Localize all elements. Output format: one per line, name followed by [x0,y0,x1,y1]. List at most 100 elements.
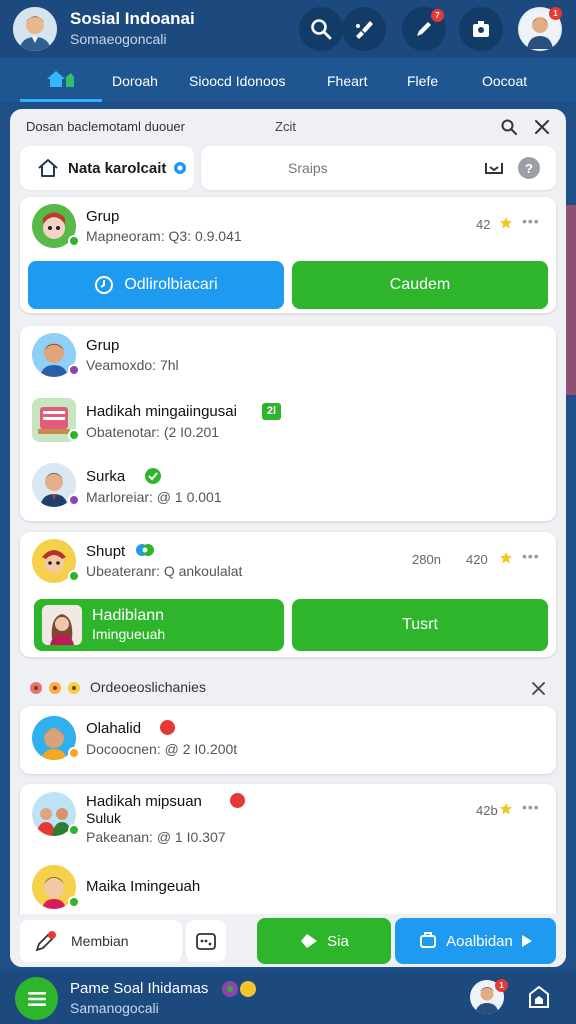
list-item[interactable]: Grup Veamoxdo: 7hl [20,326,556,386]
search-button[interactable] [299,7,343,51]
item-subtitle: Obatenotar: (2 I0.201 [86,424,220,440]
search-icon [311,19,332,40]
contact-photo [42,605,82,645]
tab-doroah[interactable]: Doroah [112,58,158,102]
star-icon[interactable] [499,216,513,230]
panel-close-button[interactable] [532,117,552,137]
user-avatar[interactable] [13,7,57,51]
panel-search-button[interactable] [499,117,519,137]
help-icon[interactable]: ? [518,157,540,179]
group-card: Grup Mapneoram: Q3: 0.9.041 42 ••• Odlir… [20,197,556,313]
online-indicator [68,824,80,836]
clock-icon [95,276,114,294]
item-subtitle: Veamoxdo: 7hl [86,357,179,373]
list-item[interactable]: Shupt Ubeateranr: Q ankoulalat 280n 420 … [20,532,556,592]
footer-subtitle: Samanogocali [70,1000,159,1016]
list-item[interactable]: Surka Marloreiar: @ 1 0.001 [20,456,556,516]
contact-action-line2: Imingueuah [92,626,166,642]
group-list-card: Hadikah mipsuan Suluk Pakeanan: @ 1 I0.3… [20,784,556,934]
notice-text: Ordeoeoslichanies [90,679,206,695]
camera-button[interactable] [459,7,503,51]
item-title: Hadikah mingaiingusai [86,403,237,420]
tab-oocoat[interactable]: Oocoat [482,58,527,102]
notification-badge: 7 [431,9,444,22]
bottom-bar: Pame Soal Ihidamas Samanogocali 1 [0,971,576,1024]
notice-close-button[interactable] [530,680,546,696]
list-item[interactable]: Grup Mapneoram: Q3: 0.9.041 42 ••• [20,197,556,257]
search-input[interactable]: Sraips ? [201,146,556,190]
calendar-button[interactable] [186,920,226,962]
tusrt-button[interactable]: Tusrt [292,599,548,651]
send-label: Sia [327,932,349,950]
online-indicator [68,235,80,247]
panel-title: Dosan baclemotaml duouer [26,119,185,134]
item-title: Shupt [86,543,126,560]
more-icon[interactable]: ••• [522,799,540,815]
secondary-action-button[interactable]: Caudem [292,261,548,309]
contacts-card: Grup Veamoxdo: 7hl Hadikah mingaiingusai… [20,326,556,521]
online-indicator [68,429,80,441]
tab-home[interactable] [20,58,102,102]
emoji-icons [30,682,80,694]
footer-title: Pame Soal Ihidamas [70,980,209,997]
star-icon[interactable] [499,802,513,816]
online-indicator [68,570,80,582]
verified-icon [174,162,187,174]
search-placeholder: Sraips [288,160,328,176]
share-button[interactable]: Aoalbidan [395,918,556,964]
item-title: Olahalid [86,720,142,737]
primary-action-button[interactable]: Odlirolbiacari [28,261,284,309]
panel-header: Dosan baclemotaml duouer Zcit [10,109,566,143]
play-icon [521,935,532,947]
list-item[interactable]: Maika Imingeuah [20,860,556,920]
list-item[interactable]: Olahalid Docoocnen: @ 2 I0.200t [20,709,556,769]
item-time: 280n [412,552,441,567]
more-icon[interactable]: ••• [522,213,540,229]
panel-edit-link[interactable]: Zcit [275,119,296,134]
status-indicator [68,364,80,376]
close-icon [535,120,549,134]
edit-button[interactable] [342,7,386,51]
compose-action[interactable]: Membian [20,920,182,962]
item-subtitle: Docoocnen: @ 2 I0.200t [86,741,238,757]
send-icon [301,934,318,948]
send-button[interactable]: Sia [257,918,391,964]
item-count: 42 [476,217,491,232]
status-indicator [68,747,80,759]
contact-action-line1: Hadiblann [92,607,165,624]
tab-fheart[interactable]: Fheart [327,58,367,102]
app-header: Sosial Indoanai Somaeogoncali 7 1 [0,0,576,58]
profile-badge: 1 [549,7,562,20]
home-icon [47,70,74,87]
star-icon[interactable] [499,551,513,565]
list-item[interactable]: Hadikah mipsuan Suluk Pakeanan: @ 1 I0.3… [20,784,556,854]
item-subtitle: Pakeanan: @ 1 I0.307 [86,829,226,845]
list-item[interactable]: Hadikah mingaiingusai 2l Obatenotar: (2 … [20,391,556,451]
item-title: Maika Imingeuah [86,878,201,895]
main-nav: Doroah Sioocd Idonoos Fheart Flefe Oocoa… [0,58,576,102]
item-title: Hadikah mipsuan [86,793,202,810]
profile-button[interactable]: 1 [518,7,562,51]
compose-button[interactable]: 7 [402,7,446,51]
menu-icon [27,991,46,1006]
tab-flefe[interactable]: Flefe [407,58,438,102]
share-label: Aoalbidan [446,932,513,950]
pencil-icon [35,931,56,952]
close-icon [531,681,545,695]
brush-icon [356,21,373,39]
more-icon[interactable]: ••• [522,548,540,564]
name-chip[interactable]: Nata karolcait [20,146,194,190]
side-strip [566,205,576,395]
menu-button[interactable] [15,977,58,1020]
store-button[interactable] [525,983,553,1011]
tab-sioocd[interactable]: Sioocd Idonoos [189,58,286,102]
footer-badge: 1 [495,979,508,992]
contact-action-button[interactable]: Hadiblann Imingueuah [34,599,284,651]
tray-icon [485,163,503,174]
count-badge: 2l [262,403,281,420]
item-title-line2: Suluk [86,810,122,826]
shop-card: Shupt Ubeateranr: Q ankoulalat 280n 420 … [20,532,556,657]
calendar-icon [196,933,216,950]
action-bar: Membian Sia Aoalbidan [10,914,566,967]
tray-button[interactable] [483,158,505,178]
